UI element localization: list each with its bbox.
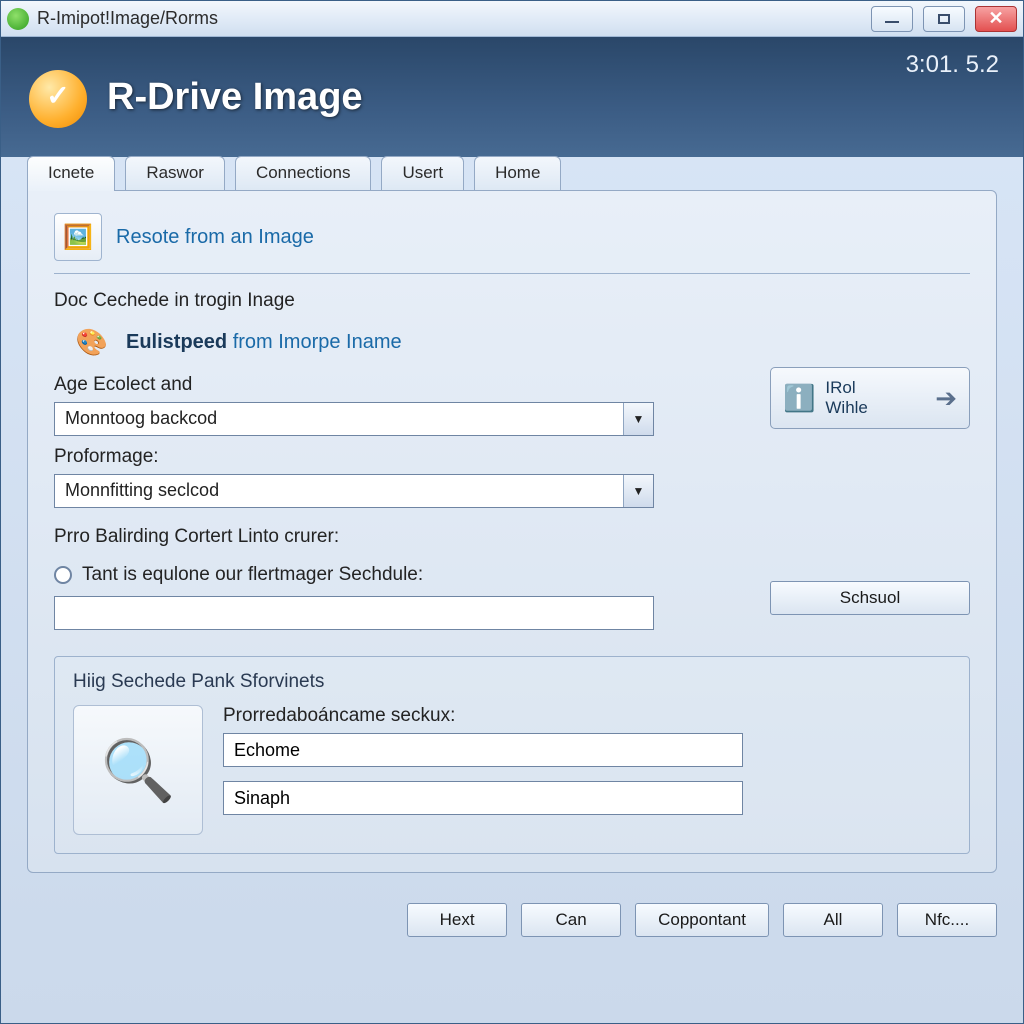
tab-label: Raswor [146,163,204,182]
tabstrip: Icnete Raswor Connections Usert Home [27,155,997,190]
tab-label: Home [495,163,540,182]
main-panel: 🖼️ Resote from an Image Doc Cechede in t… [27,190,997,873]
button-label: Can [556,910,587,930]
restore-link[interactable]: Resote from an Image [116,226,314,249]
tab-raswor[interactable]: Raswor [125,156,225,191]
app-logo-icon: ✓ [29,66,91,128]
eulist-link[interactable]: Eulistpeed from Imorpe Iname [126,331,402,354]
schedule-input[interactable] [54,596,654,630]
button-label: Nfc.... [925,910,969,930]
button-label: All [824,910,843,930]
tab-label: Usert [402,163,443,182]
close-button[interactable]: ✕ [975,6,1017,32]
workspace: Icnete Raswor Connections Usert Home 🖼️ … [1,155,1023,889]
tab-usert[interactable]: Usert [381,156,464,191]
version-label: 3:01. 5.2 [906,51,999,79]
group-input-2[interactable] [223,781,743,815]
app-icon [7,8,29,30]
dropdown-value: Monnfitting seclcod [55,475,623,507]
button-label: Hext [440,910,475,930]
restore-icon: 🖼️ [54,213,102,261]
button-label: Schsuol [840,588,900,608]
radio-schedule[interactable] [54,566,72,584]
nfc-button[interactable]: Nfc.... [897,903,997,937]
group-input-1[interactable] [223,733,743,767]
groupbox-sechede: Hiig Sechede Pank Sforvinets 🔍 Prorredab… [54,656,970,854]
radio-label: Tant is equlone our flertmager Sechdule: [82,564,423,586]
section-label: Prro Balirding Cortert Linto crurer: [54,526,970,548]
magnifier-icon: 🔍 [73,705,203,835]
dropdown-value: Monntoog backcod [55,403,623,435]
side-button-text: IRolWihle [825,378,868,417]
button-label: Coppontant [658,910,746,930]
maximize-button[interactable] [923,6,965,32]
tab-label: Icnete [48,163,94,182]
groupbox-title: Hiig Sechede Pank Sforvinets [73,671,951,693]
tab-label: Connections [256,163,351,182]
coppontant-button[interactable]: Coppontant [635,903,769,937]
tab-connections[interactable]: Connections [235,156,372,191]
cancel-button[interactable]: Can [521,903,621,937]
eulist-rest: from Imorpe Iname [227,331,402,353]
dropdown-proformage[interactable]: Monnfitting seclcod ▼ [54,474,654,508]
banner: ✓ R-Drive Image 3:01. 5.2 [1,37,1023,157]
tab-home[interactable]: Home [474,156,561,191]
tab-icnete[interactable]: Icnete [27,156,115,191]
window-controls: ✕ [871,6,1017,32]
subheading: Doc Cechede in trogin Inage [54,290,970,312]
chevron-down-icon[interactable]: ▼ [623,475,653,507]
app-title: R-Drive Image [107,76,363,119]
dropdown-age-ecolect[interactable]: Monntoog backcod ▼ [54,402,654,436]
titlebar: R-Imipot!Image/Rorms ✕ [1,1,1023,37]
app-window: R-Imipot!Image/Rorms ✕ ✓ R-Drive Image 3… [0,0,1024,1024]
group-field-label: Prorredaboáncame seckux: [223,705,951,727]
separator [54,273,970,274]
minimize-button[interactable] [871,6,913,32]
info-icon: ℹ️ [783,383,815,414]
schedule-button[interactable]: Schsuol [770,581,970,615]
all-button[interactable]: All [783,903,883,937]
arrow-right-icon: ➔ [935,383,957,414]
field2-label: Proformage: [54,446,970,468]
chevron-down-icon[interactable]: ▼ [623,403,653,435]
palette-icon: 🎨 [72,322,112,362]
eulist-bold: Eulistpeed [126,331,227,353]
window-title: R-Imipot!Image/Rorms [37,8,871,29]
wizard-side-button[interactable]: ℹ️ IRolWihle ➔ [770,367,970,429]
footer-buttons: Hext Can Coppontant All Nfc.... [1,889,1023,937]
next-button[interactable]: Hext [407,903,507,937]
